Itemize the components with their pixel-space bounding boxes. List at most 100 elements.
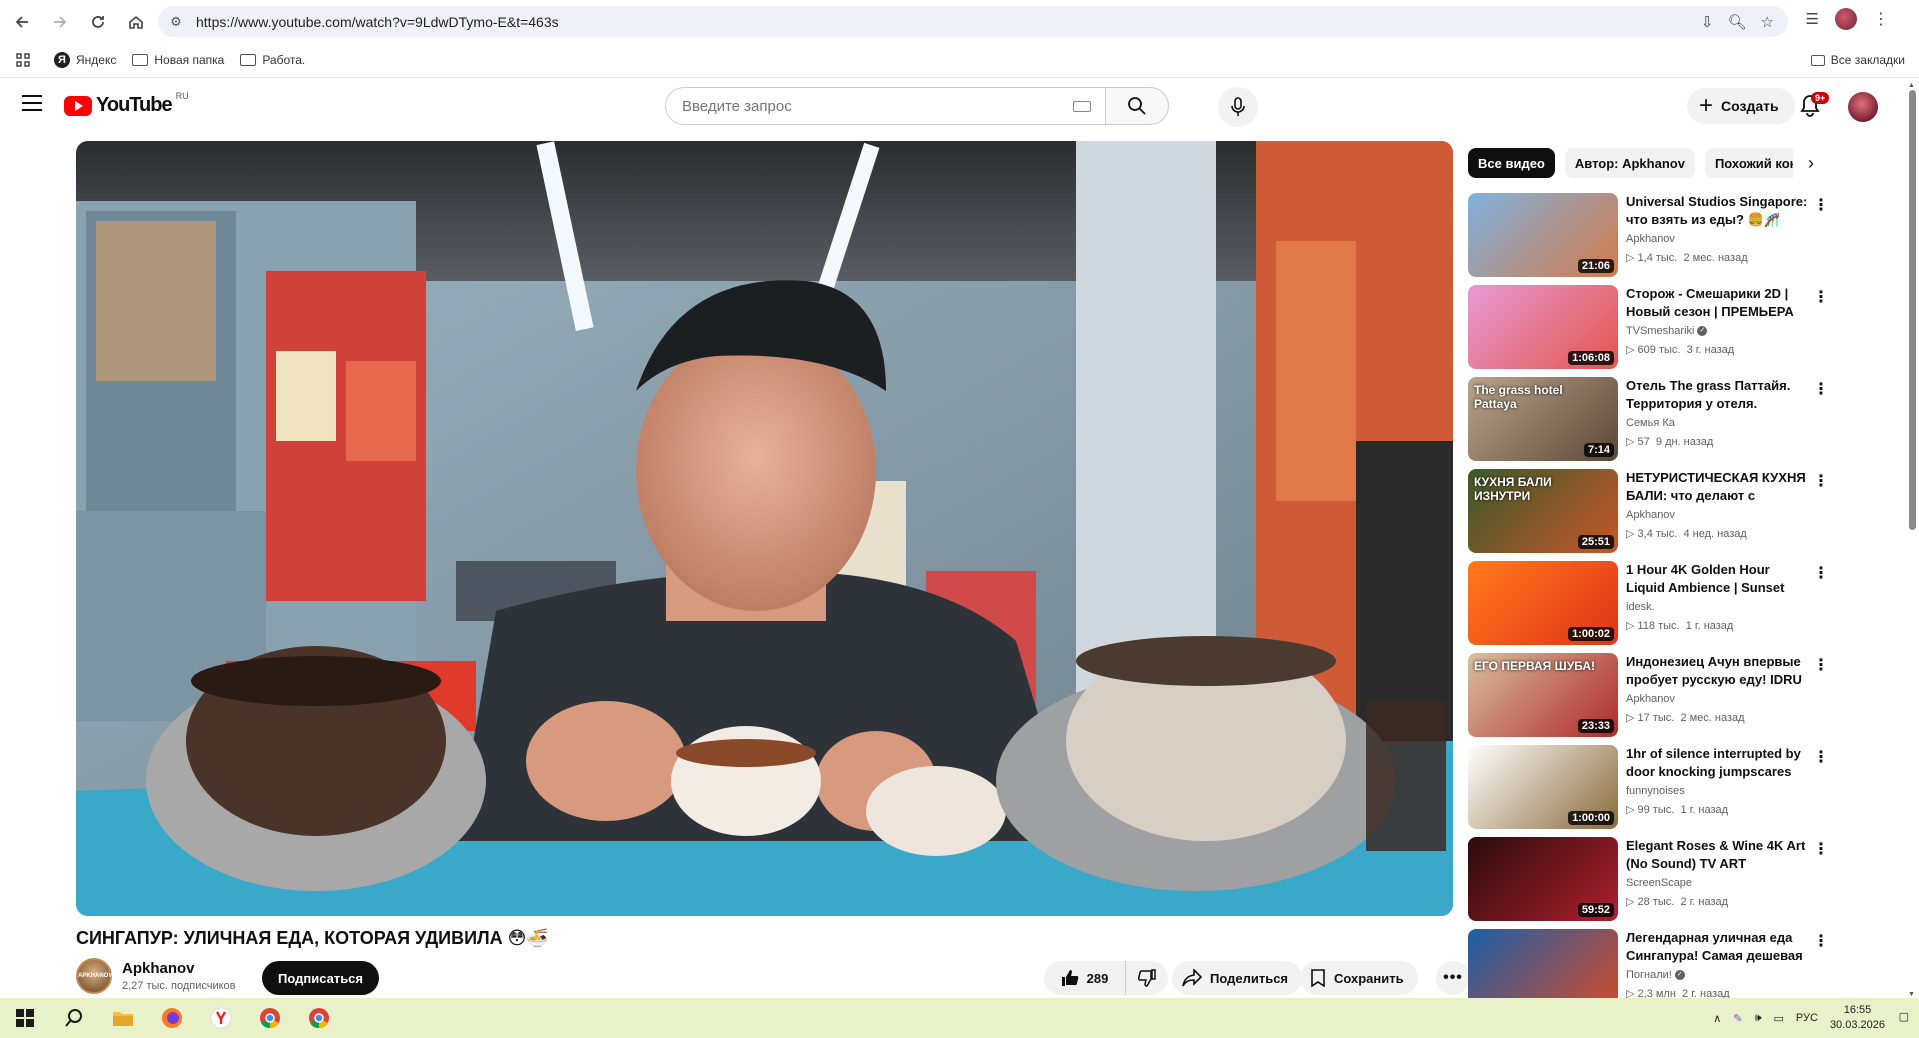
reload-button[interactable] — [82, 6, 114, 38]
recommendation-channel[interactable]: Apkhanov — [1626, 233, 1675, 245]
more-actions-button[interactable]: ••• — [1436, 961, 1470, 995]
more-vertical-icon[interactable]: ⋮ — [1813, 747, 1830, 767]
recommendation-title[interactable]: 1 Hour 4K Golden Hour Liquid Ambience | … — [1626, 561, 1808, 597]
recommendation-item[interactable]: 1:06:08 Сторож - Смешарики 2D | Новый сез… — [1468, 285, 1838, 371]
video-thumbnail[interactable]: 21:06 — [1468, 193, 1618, 277]
subscribe-button[interactable]: Подписаться — [262, 961, 380, 995]
recommendation-channel[interactable]: idesk. — [1626, 601, 1655, 613]
scrollbar-thumb[interactable] — [1909, 90, 1916, 530]
more-vertical-icon[interactable]: ⋮ — [1813, 195, 1830, 215]
recommendation-channel[interactable]: funnynoises — [1626, 785, 1685, 797]
chip-author[interactable]: Автор: Apkhanov — [1564, 148, 1695, 178]
video-thumbnail[interactable]: 59:52 — [1468, 837, 1618, 921]
search-button[interactable] — [1105, 87, 1169, 125]
profile-avatar[interactable] — [1835, 8, 1857, 30]
start-button[interactable] — [10, 1003, 40, 1033]
recommendation-channel[interactable]: Apkhanov — [1626, 509, 1675, 521]
forward-button[interactable] — [44, 6, 76, 38]
install-app-icon[interactable]: ⇩ — [1701, 13, 1714, 31]
recommendation-item[interactable]: ЕГО ПЕРВАЯ ШУБА! 23:33 Индонезиец Ачун впе… — [1468, 653, 1838, 739]
youtube-logo[interactable]: YouTube RU — [64, 91, 189, 117]
dislike-button[interactable] — [1126, 969, 1168, 987]
video-thumbnail[interactable]: The grass hotel Pattaya 7:14 — [1468, 377, 1618, 461]
video-thumbnail[interactable]: 1:00:02 — [1468, 561, 1618, 645]
bookmark-folder-new[interactable]: Новая папка — [132, 53, 224, 67]
all-bookmarks[interactable]: Все закладки — [1810, 53, 1905, 67]
video-thumbnail[interactable]: ЕГО ПЕРВАЯ ШУБА! 23:33 — [1468, 653, 1618, 737]
chip-all-videos[interactable]: Все видео — [1468, 148, 1555, 178]
recommendation-channel[interactable]: Apkhanov — [1626, 693, 1675, 705]
pen-icon[interactable]: ✎ — [1733, 1012, 1742, 1025]
bookmark-yandex[interactable]: Я Яндекс — [54, 52, 116, 68]
video-thumbnail[interactable]: 1:00:00 — [1468, 745, 1618, 829]
video-thumbnail[interactable]: 1:06:08 — [1468, 285, 1618, 369]
recommendation-channel[interactable]: Погнали! ✓ — [1626, 969, 1685, 981]
page-scrollbar[interactable]: ▲ ▼ — [1907, 82, 1917, 998]
recommendation-item[interactable]: 59:52 Elegant Roses & Wine 4K Art (No Sou… — [1468, 837, 1838, 923]
recommendation-item[interactable]: The grass hotel Pattaya 7:14 Отель The gra… — [1468, 377, 1838, 463]
recommendation-channel[interactable]: ScreenScape — [1626, 877, 1692, 889]
recommendation-title[interactable]: НЕТУРИСТИЧЕСКАЯ КУХНЯ БАЛИ: что делают с… — [1626, 469, 1808, 505]
taskbar-search-button[interactable] — [59, 1003, 89, 1033]
video-player[interactable] — [76, 141, 1453, 916]
scroll-down-icon[interactable]: ▼ — [1908, 991, 1915, 998]
keyboard-icon[interactable] — [1073, 101, 1091, 112]
menu-dots-icon[interactable]: ⋮ — [1873, 9, 1889, 29]
more-vertical-icon[interactable]: ⋮ — [1813, 655, 1830, 675]
recommendation-title[interactable]: Universal Studios Singapore: что взять и… — [1626, 193, 1808, 229]
bookmark-star-icon[interactable]: ☆ — [1761, 13, 1774, 31]
more-vertical-icon[interactable]: ⋮ — [1813, 287, 1830, 307]
recommendation-title[interactable]: Отель The grass Паттайя. Территория у от… — [1626, 377, 1808, 413]
recommendation-title[interactable]: Индонезиец Ачун впервые пробует русскую … — [1626, 653, 1808, 689]
save-button[interactable]: Сохранить — [1300, 961, 1418, 995]
channel-name[interactable]: Apkhanov — [122, 960, 195, 977]
back-button[interactable] — [6, 6, 38, 38]
account-avatar[interactable] — [1848, 92, 1878, 122]
recommendation-channel[interactable]: TVSmeshariki ✓ — [1626, 325, 1708, 337]
site-info-icon[interactable]: ⚙ — [162, 14, 190, 30]
search-input[interactable] — [682, 97, 1042, 115]
chrome-icon[interactable] — [255, 1003, 285, 1033]
more-vertical-icon[interactable]: ⋮ — [1813, 931, 1830, 951]
voice-search-button[interactable] — [1218, 87, 1258, 127]
scroll-up-icon[interactable]: ▲ — [1908, 82, 1915, 89]
recommendation-item[interactable]: 1:00:02 1 Hour 4K Golden Hour Liquid Ambi… — [1468, 561, 1838, 647]
chevron-right-icon[interactable]: › — [1796, 148, 1826, 178]
home-button[interactable] — [120, 6, 152, 38]
menu-icon[interactable] — [22, 95, 42, 111]
bookmark-folder-work[interactable]: Работа. — [240, 53, 305, 67]
language-indicator[interactable]: РУС — [1796, 1012, 1818, 1024]
recommendation-title[interactable]: Elegant Roses & Wine 4K Art (No Sound) T… — [1626, 837, 1808, 873]
notifications-icon[interactable]: ▢ — [1899, 1010, 1909, 1023]
channel-avatar[interactable]: APKHANOV — [76, 958, 112, 994]
share-button[interactable]: Поделиться — [1172, 961, 1303, 995]
more-vertical-icon[interactable]: ⋮ — [1813, 471, 1830, 491]
zoom-icon[interactable]: 🔍︎ — [1728, 13, 1747, 31]
recommendation-title[interactable]: 1hr of silence interrupted by door knock… — [1626, 745, 1808, 781]
video-thumbnail[interactable]: КУХНЯ БАЛИ ИЗНУТРИ 25:51 — [1468, 469, 1618, 553]
recommendation-item[interactable]: 1:00:00 1hr of silence interrupted by doo… — [1468, 745, 1838, 831]
url-text[interactable]: https://www.youtube.com/watch?v=9LdwDTym… — [196, 14, 559, 30]
apps-button[interactable] — [16, 53, 30, 67]
recommendation-channel[interactable]: Семья Ка — [1626, 417, 1675, 429]
media-controls-icon[interactable]: ☰ — [1806, 10, 1819, 28]
more-vertical-icon[interactable]: ⋮ — [1813, 563, 1830, 583]
like-button[interactable]: 289 — [1044, 961, 1126, 995]
more-vertical-icon[interactable]: ⋮ — [1813, 839, 1830, 859]
recommendation-title[interactable]: Легендарная уличная еда Сингапура! Самая… — [1626, 929, 1808, 965]
clock[interactable]: 16:55 30.03.2026 — [1830, 1003, 1885, 1033]
chip-related[interactable]: Похожий конт — [1704, 148, 1793, 178]
recommendation-item[interactable]: 21:06 Universal Studios Singapore: что вз… — [1468, 193, 1838, 279]
network-icon[interactable]: ▭ — [1774, 1012, 1784, 1025]
recommendation-item[interactable]: КУХНЯ БАЛИ ИЗНУТРИ 25:51 НЕТУРИСТИЧЕСКАЯ К… — [1468, 469, 1838, 555]
file-explorer-icon[interactable] — [108, 1003, 138, 1033]
chrome-profile-icon[interactable] — [304, 1003, 334, 1033]
volume-icon[interactable]: 🕪︎ — [1755, 1012, 1762, 1025]
chevron-up-icon[interactable]: ∧ — [1713, 1012, 1721, 1025]
create-button[interactable]: + Создать — [1687, 88, 1795, 124]
firefox-icon[interactable] — [157, 1003, 187, 1033]
more-vertical-icon[interactable]: ⋮ — [1813, 379, 1830, 399]
yandex-browser-icon[interactable] — [206, 1003, 236, 1033]
search-box[interactable] — [665, 87, 1105, 125]
address-bar[interactable]: ⚙ https://www.youtube.com/watch?v=9LdwDT… — [158, 6, 1788, 37]
